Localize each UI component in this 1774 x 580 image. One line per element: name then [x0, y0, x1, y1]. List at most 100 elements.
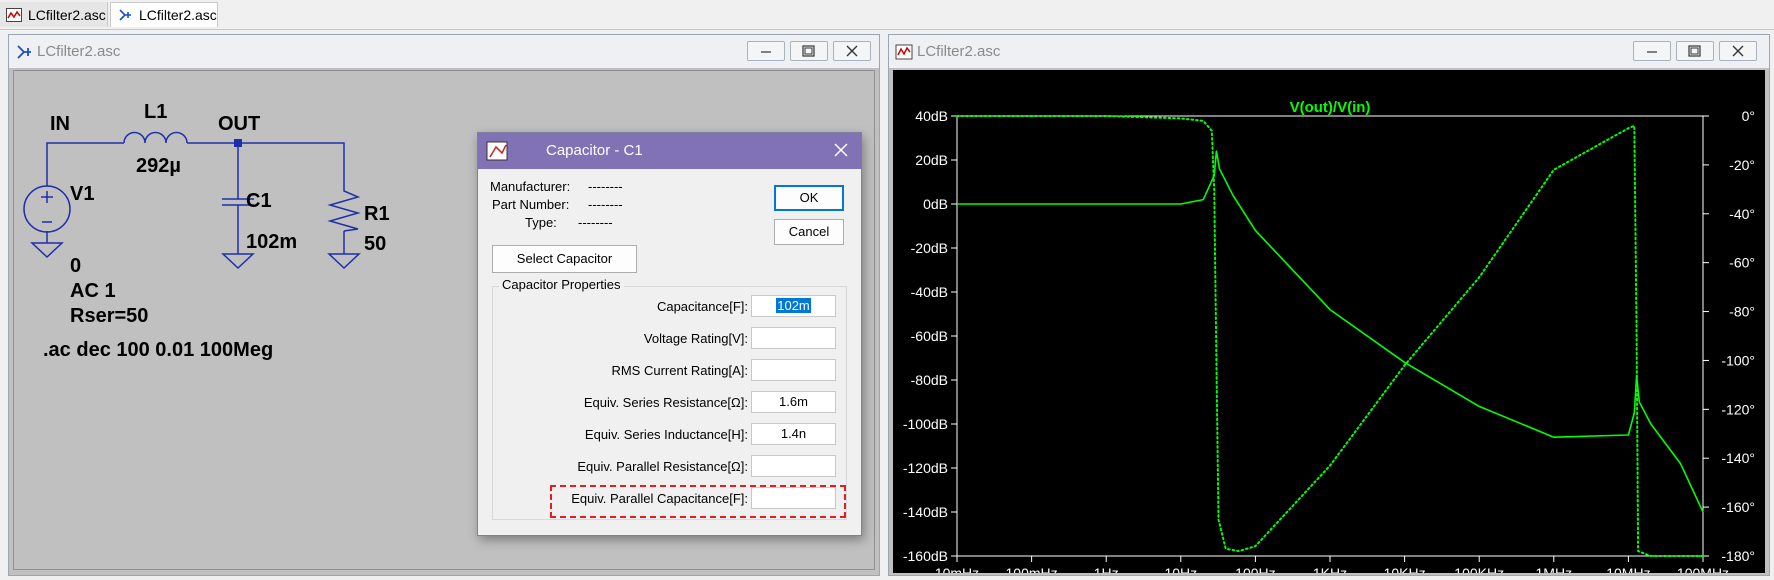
document-tab-bar: LCfilter2.asc LCfilter2.asc	[0, 0, 1774, 30]
parallel-resistance-label: Equiv. Parallel Resistance[Ω]:	[577, 459, 748, 474]
x-tick-label: 1KHz	[1313, 565, 1347, 573]
y-left-tick-label: -80dB	[911, 372, 948, 388]
select-capacitor-button[interactable]: Select Capacitor	[492, 245, 637, 273]
l1-value[interactable]: 292µ	[136, 155, 181, 178]
waveform-plot-icon	[6, 7, 22, 22]
plot-title: V(out)/V(in)	[1290, 99, 1371, 116]
net-label-out[interactable]: OUT	[218, 113, 260, 136]
esr-label: Equiv. Series Resistance[Ω]:	[583, 395, 748, 410]
v1-value[interactable]: 0	[70, 255, 81, 278]
y-right-tick-label: -40°	[1729, 206, 1755, 222]
l1-name[interactable]: L1	[144, 101, 167, 124]
rms-current-label: RMS Current Rating[A]:	[611, 363, 748, 378]
minimize-button[interactable]	[747, 41, 785, 61]
dialog-titlebar[interactable]: Capacitor - C1	[478, 133, 861, 169]
y-left-tick-label: -120dB	[903, 460, 948, 476]
capacitance-value[interactable]: 102m	[776, 298, 811, 313]
waveform-plot-icon	[895, 43, 913, 61]
y-left-tick-label: -160dB	[903, 548, 948, 564]
schematic-window-title: LCfilter2.asc	[37, 43, 121, 60]
cancel-button[interactable]: Cancel	[774, 219, 844, 245]
y-right-tick-label: 0°	[1742, 108, 1755, 124]
v1-rser[interactable]: Rser=50	[70, 305, 148, 328]
capacitor-dialog: Capacitor - C1 Manufacturer: -------- Pa…	[477, 132, 862, 536]
y-left-tick-label: 0dB	[923, 196, 948, 212]
r1-value[interactable]: 50	[364, 233, 386, 256]
x-tick-label: 100KHz	[1454, 565, 1504, 573]
inductor-symbol	[123, 131, 188, 144]
waveform-plot-area[interactable]: V(out)/V(in) 10mHz 100mHz 1Hz 10Hz 100Hz 1KHz 1…	[893, 70, 1765, 573]
plot-window: LCfilter2.asc V(out)/V(in) 10mHz 100mHz 1Hz…	[888, 34, 1770, 576]
part-number-label: Part Number:	[492, 197, 570, 212]
x-tick-label: 10Hz	[1164, 565, 1197, 573]
rms-current-field[interactable]	[751, 359, 836, 381]
esl-label: Equiv. Series Inductance[H]:	[584, 427, 748, 442]
x-tick-label: 10MHz	[1606, 565, 1650, 573]
tab-plot[interactable]: LCfilter2.asc	[0, 2, 108, 27]
y-right-tick-label: -80°	[1729, 304, 1755, 320]
phase-trace	[956, 115, 1704, 557]
y-right-tick-label: -140°	[1721, 450, 1755, 466]
manufacturer-value: --------	[588, 179, 623, 194]
group-title: Capacitor Properties	[499, 277, 624, 292]
x-tick-label: 100MHz	[1677, 565, 1729, 573]
esl-field[interactable]: 1.4n	[751, 423, 836, 445]
y-left-tick-label: -100dB	[903, 416, 948, 432]
parallel-resistance-field[interactable]	[751, 455, 836, 477]
maximize-button[interactable]	[790, 41, 828, 61]
voltage-rating-label: Voltage Rating[V]:	[643, 331, 748, 346]
c1-name[interactable]: C1	[246, 190, 272, 213]
y-left-tick-label: -40dB	[911, 284, 948, 300]
schematic-window-titlebar[interactable]: LCfilter2.asc	[9, 35, 879, 68]
x-tick-label: 1Hz	[1094, 565, 1119, 573]
capacitance-field[interactable]: 102m	[751, 295, 836, 317]
highlight-box	[550, 485, 846, 518]
ok-button[interactable]: OK	[774, 185, 844, 211]
tab-schematic-label: LCfilter2.asc	[139, 7, 217, 23]
y-right-tick-label: -60°	[1729, 255, 1755, 271]
x-tick-label: 100Hz	[1235, 565, 1275, 573]
r1-name[interactable]: R1	[364, 203, 390, 226]
y-left-tick-label: 20dB	[915, 152, 948, 168]
y-right-tick-label: -100°	[1721, 352, 1755, 368]
y-right-tick-label: -120°	[1721, 401, 1755, 417]
capacitor-icon	[486, 139, 510, 168]
magnitude-trace	[957, 150, 1704, 513]
maximize-button[interactable]	[1676, 41, 1714, 61]
esr-field[interactable]: 1.6m	[751, 391, 836, 413]
plot-window-titlebar[interactable]: LCfilter2.asc	[889, 35, 1769, 68]
type-value: --------	[578, 215, 613, 230]
manufacturer-label: Manufacturer:	[490, 179, 571, 194]
spice-directive[interactable]: .ac dec 100 0.01 100Meg	[43, 339, 273, 362]
tab-plot-label: LCfilter2.asc	[28, 6, 106, 23]
y-left-tick-label: -60dB	[911, 328, 948, 344]
close-button[interactable]	[833, 41, 871, 61]
minimize-button[interactable]	[1633, 41, 1671, 61]
x-tick-label: 10KHz	[1384, 565, 1426, 573]
schematic-icon	[15, 43, 33, 61]
capacitance-label: Capacitance[F]:	[656, 299, 748, 314]
tab-schematic[interactable]: LCfilter2.asc	[110, 2, 218, 27]
close-button[interactable]	[1719, 41, 1757, 61]
v1-name[interactable]: V1	[70, 183, 94, 206]
voltage-rating-field[interactable]	[751, 327, 836, 349]
net-junction	[234, 139, 242, 147]
y-left-tick-label: -140dB	[903, 504, 948, 520]
plot-window-title: LCfilter2.asc	[917, 43, 1001, 60]
net-label-in[interactable]: IN	[50, 113, 70, 136]
schematic-window: LCfilter2.asc IN OUT L1 292µ V1 0 AC 1 R…	[8, 34, 880, 576]
type-label: Type:	[525, 215, 557, 230]
x-tick-label: 100mHz	[1006, 565, 1058, 573]
y-left-tick-label: 40dB	[915, 108, 948, 124]
c1-value[interactable]: 102m	[246, 231, 297, 254]
dialog-title: Capacitor - C1	[546, 142, 643, 159]
x-tick-label: 10mHz	[935, 565, 979, 573]
x-tick-label: 1MHz	[1536, 565, 1573, 573]
v1-ac-spec[interactable]: AC 1	[70, 280, 116, 303]
plot-frame	[956, 115, 1704, 557]
bode-plot: V(out)/V(in) 10mHz 100mHz 1Hz 10Hz 100Hz 1KHz 1…	[903, 99, 1755, 573]
schematic-icon	[117, 8, 133, 22]
dialog-close-icon[interactable]	[833, 142, 849, 163]
y-right-tick-label: -180°	[1721, 548, 1755, 564]
part-number-value: --------	[588, 197, 623, 212]
